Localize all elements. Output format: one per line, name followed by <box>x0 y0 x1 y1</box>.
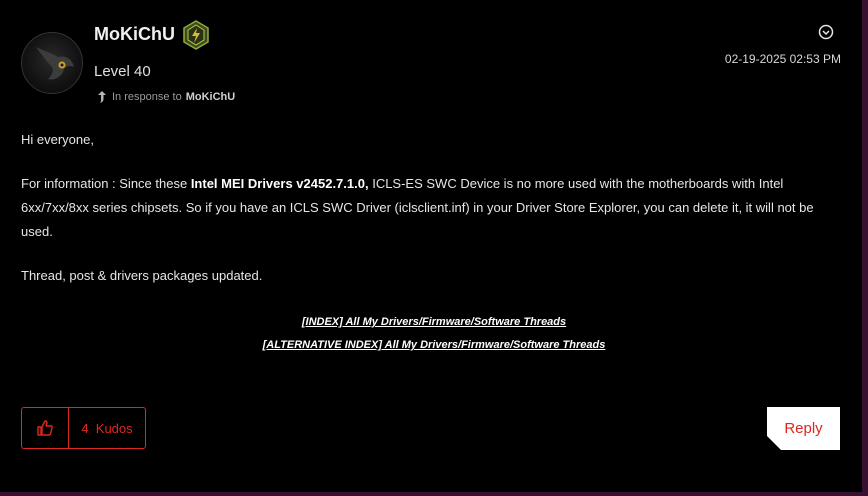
in-response-to: In response to MoKiChU <box>96 90 235 104</box>
avatar-icon <box>36 47 74 80</box>
post-update-note: Thread, post & drivers packages updated. <box>21 268 263 283</box>
author-name[interactable]: MoKiChU <box>94 24 175 45</box>
alternative-index-link[interactable]: [ALTERNATIVE INDEX] All My Drivers/Firmw… <box>0 334 868 357</box>
info-bold: Intel MEI Drivers v2452.7.1.0, <box>190 176 369 191</box>
thumbs-up-icon <box>37 420 53 436</box>
options-chevron-icon[interactable] <box>818 24 834 40</box>
page-frame-right <box>862 0 868 496</box>
author-level: Level 40 <box>94 63 151 80</box>
info-prefix: For information : Since these <box>21 176 191 191</box>
post-info-paragraph: For information : Since these Intel MEI … <box>21 172 821 244</box>
in-response-author-link[interactable]: MoKiChU <box>186 91 236 103</box>
reply-button[interactable]: Reply <box>767 407 840 450</box>
index-link[interactable]: [INDEX] All My Drivers/Firmware/Software… <box>0 311 868 334</box>
kudos-count[interactable]: 4 Kudos <box>69 408 145 448</box>
reply-arrow-icon <box>98 91 106 103</box>
index-links: [INDEX] All My Drivers/Firmware/Software… <box>0 311 868 357</box>
in-response-prefix: In response to <box>112 91 182 103</box>
avatar[interactable] <box>21 32 83 94</box>
kudos-widget: 4 Kudos <box>21 407 146 449</box>
post-greeting: Hi everyone, <box>21 132 94 147</box>
rank-badge-icon <box>181 20 211 50</box>
post-timestamp: 02-19-2025 02:53 PM <box>724 52 841 66</box>
kudos-button[interactable] <box>22 408 69 448</box>
page-frame-bottom <box>0 492 868 496</box>
